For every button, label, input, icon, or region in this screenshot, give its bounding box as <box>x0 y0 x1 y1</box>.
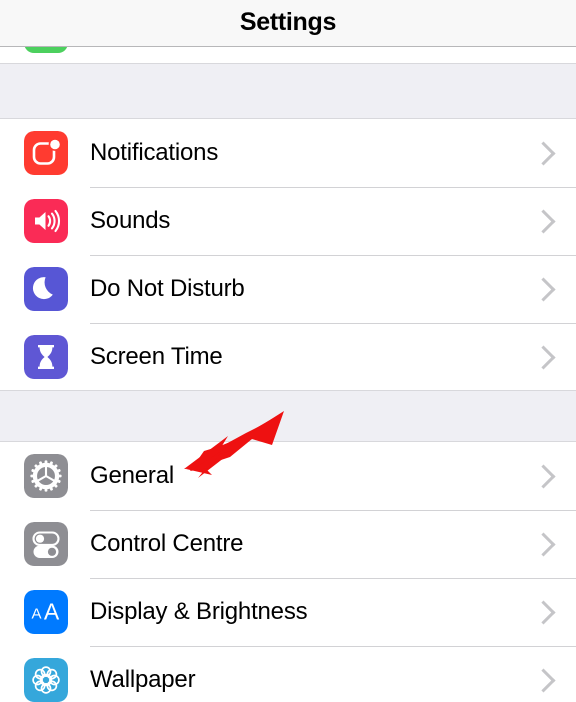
chevron-right-icon <box>531 276 556 302</box>
green-app-icon <box>24 47 68 53</box>
display-brightness-icon: A A <box>24 590 68 634</box>
sidebar-item-do-not-disturb[interactable]: Do Not Disturb <box>0 255 576 323</box>
sidebar-item-display-brightness[interactable]: A A Display & Brightness <box>0 578 576 646</box>
chevron-right-icon <box>531 208 556 234</box>
moon-icon <box>24 267 68 311</box>
svg-text:A: A <box>31 606 41 623</box>
row-label: General <box>90 462 174 489</box>
section-gap-middle <box>0 390 576 442</box>
chevron-right-icon <box>531 599 556 625</box>
sounds-speaker-icon <box>24 199 68 243</box>
chevron-right-icon <box>531 667 556 693</box>
settings-group-system: General Control Centre A A Display & Bri… <box>0 442 576 702</box>
gear-icon <box>24 454 68 498</box>
notifications-icon <box>24 131 68 175</box>
row-label: Display & Brightness <box>90 598 308 625</box>
wallpaper-flower-icon <box>24 658 68 702</box>
sidebar-item-wallpaper[interactable]: Wallpaper <box>0 646 576 702</box>
row-label: Screen Time <box>90 343 223 370</box>
sidebar-item-notifications[interactable]: Notifications <box>0 119 576 187</box>
sidebar-item-control-centre[interactable]: Control Centre <box>0 510 576 578</box>
row-label: Do Not Disturb <box>90 275 245 302</box>
row-label: Wallpaper <box>90 666 196 693</box>
chevron-right-icon <box>531 140 556 166</box>
sidebar-item-general[interactable]: General <box>0 442 576 510</box>
chevron-right-icon <box>531 531 556 557</box>
page-title: Settings <box>239 7 337 36</box>
sidebar-item-sounds[interactable]: Sounds <box>0 187 576 255</box>
chevron-right-icon <box>531 344 556 370</box>
hourglass-icon <box>24 335 68 379</box>
toggles-icon <box>24 522 68 566</box>
section-gap-top <box>0 63 576 119</box>
row-label: Sounds <box>90 207 171 234</box>
sidebar-item-screen-time[interactable]: Screen Time <box>0 323 576 391</box>
navigation-bar: Settings <box>0 0 576 47</box>
settings-screen: Settings Notifications Sounds Do Not Dis… <box>0 0 576 702</box>
scrolled-partial-row[interactable] <box>0 47 576 63</box>
row-label: Control Centre <box>90 530 244 557</box>
settings-group-alerts: Notifications Sounds Do Not Disturb Scre… <box>0 119 576 391</box>
chevron-right-icon <box>531 463 556 489</box>
row-label: Notifications <box>90 139 219 166</box>
svg-text:A: A <box>44 599 60 625</box>
